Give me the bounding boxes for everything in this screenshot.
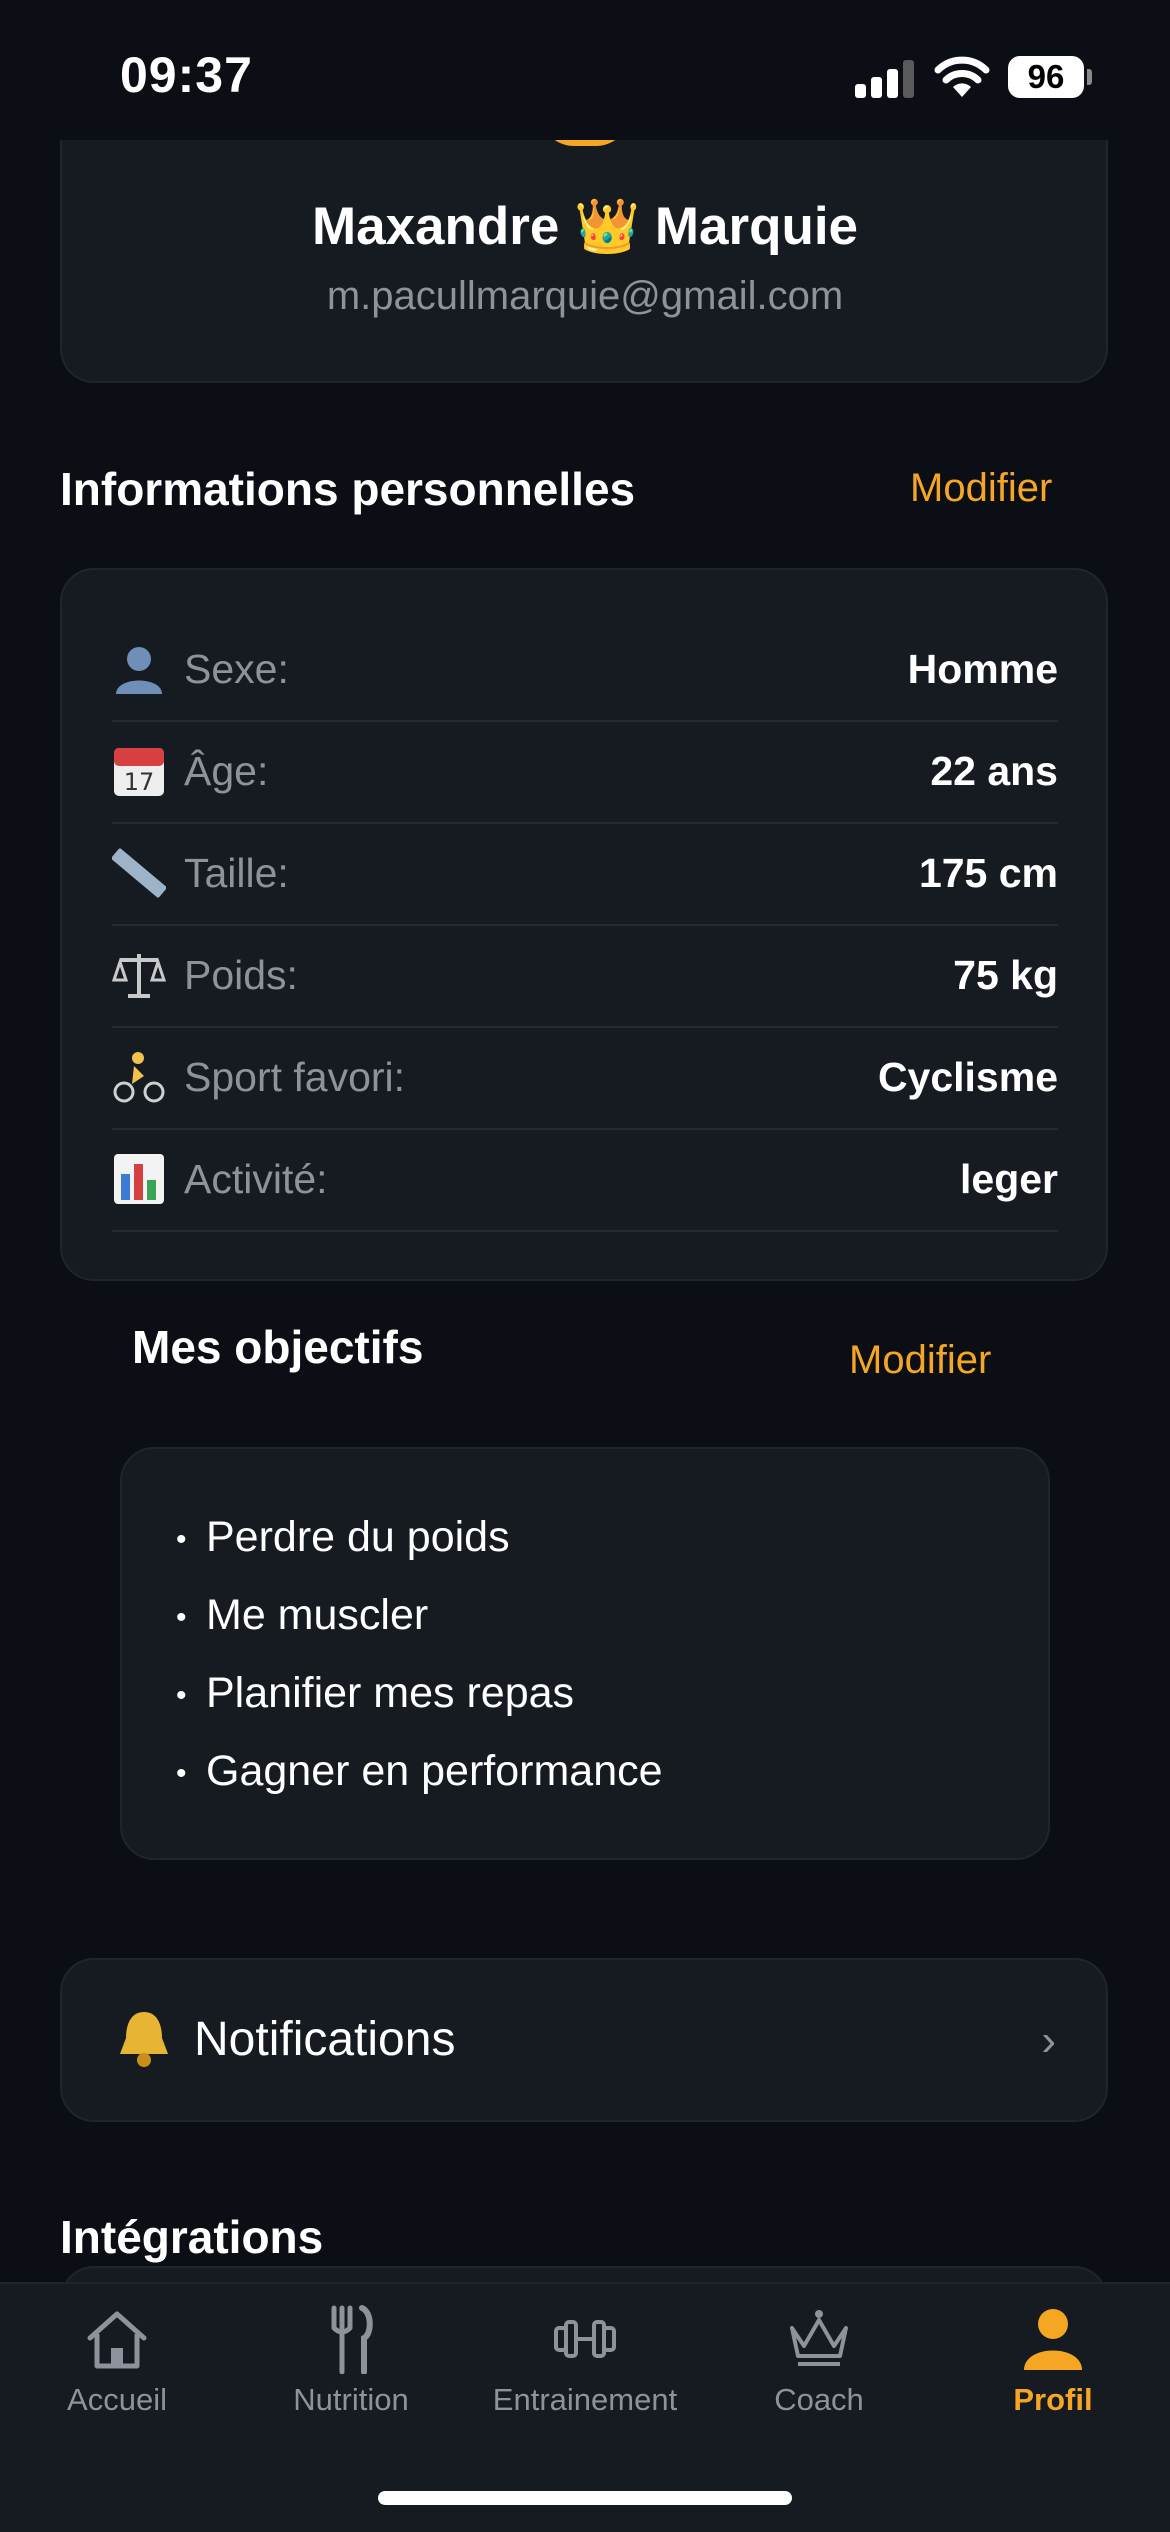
tab-accueil[interactable]: Accueil — [0, 2284, 234, 2444]
tab-label: Nutrition — [293, 2382, 409, 2417]
notifications-row[interactable]: Notifications › — [60, 1958, 1108, 2122]
profile-name: Maxandre 👑 Marquie — [311, 197, 859, 256]
chevron-right-icon: › — [1041, 2016, 1056, 2065]
svg-text:17: 17 — [124, 768, 155, 796]
info-row-age: 17 Âge: 22 ans — [112, 722, 1058, 824]
bullet: • — [176, 1678, 187, 1712]
goal-item: • Planifier mes repas — [176, 1669, 574, 1718]
edit-personal-info-button[interactable]: Modifier — [910, 466, 1052, 511]
info-value: 175 cm — [918, 850, 1058, 896]
ruler-icon — [112, 848, 166, 898]
info-row-sport: Sport favori: Cyclisme — [112, 1028, 1058, 1130]
goal-item: • Gagner en performance — [176, 1747, 663, 1796]
goal-item: • Me muscler — [176, 1591, 428, 1640]
status-time: 09:37 — [120, 47, 253, 103]
info-value: Homme — [907, 646, 1058, 692]
tab-coach[interactable]: Coach — [702, 2284, 936, 2444]
info-label: Sexe: — [184, 646, 289, 692]
tab-label: Coach — [774, 2382, 864, 2417]
cyclist-icon — [113, 1052, 165, 1103]
bullet: • — [176, 1600, 187, 1634]
info-row-activity: Activité: leger — [112, 1130, 1058, 1232]
goals-card: • Perdre du poids • Me muscler • Planifier … — [120, 1447, 1050, 1860]
tab-label: Accueil — [67, 2382, 167, 2417]
notifications-label: Notifications — [194, 2013, 456, 2066]
tab-nutrition[interactable]: Nutrition — [234, 2284, 468, 2444]
battery-tip — [1087, 69, 1092, 85]
person-icon — [116, 647, 162, 694]
profile-email: m.pacullmarquie@gmail.com — [326, 274, 844, 318]
bullet: • — [176, 1756, 187, 1790]
profile-screen: 09:37 96 Maxandre 👑 Marquie m.pacullmarq… — [0, 0, 1170, 2532]
status-bar: 09:37 96 — [0, 0, 1170, 140]
goal-text: Gagner en performance — [206, 1747, 663, 1795]
wifi-icon — [934, 56, 990, 97]
info-row-weight: Poids: 75 kg — [112, 926, 1058, 1028]
info-label: Taille: — [184, 850, 289, 896]
info-row-sex: Sexe: Homme — [112, 620, 1058, 722]
info-label: Activité: — [184, 1156, 328, 1202]
person-icon — [1024, 2309, 1082, 2370]
cellular-signal-icon — [855, 58, 915, 98]
goal-text: Perdre du poids — [206, 1513, 510, 1561]
goals-title: Mes objectifs — [132, 1321, 424, 1373]
info-label: Âge: — [184, 748, 269, 794]
battery-indicator: 96 — [1008, 56, 1084, 98]
tab-entrainement[interactable]: Entrainement — [468, 2284, 702, 2444]
home-indicator[interactable] — [378, 2491, 792, 2505]
info-value: Cyclisme — [877, 1054, 1058, 1100]
tab-label: Entrainement — [492, 2382, 678, 2417]
goal-item: • Perdre du poids — [176, 1513, 510, 1562]
info-value: leger — [960, 1156, 1058, 1202]
info-value: 75 kg — [953, 952, 1058, 998]
fork-knife-icon — [331, 2305, 373, 2374]
home-icon — [87, 2311, 147, 2369]
dumbbell-icon — [554, 2320, 616, 2358]
calendar-icon: 17 — [114, 748, 164, 796]
goal-text: Planifier mes repas — [206, 1669, 575, 1717]
edit-goals-button[interactable]: Modifier — [849, 1338, 991, 1383]
info-row-height: Taille: 175 cm — [112, 824, 1058, 926]
personal-info-card: Sexe: Homme 17 Âge: 22 ans Taille: 175 c… — [60, 568, 1108, 1281]
bullet: • — [176, 1522, 187, 1556]
info-label: Sport favori: — [184, 1054, 406, 1100]
scale-icon — [112, 954, 166, 998]
bar-chart-icon — [114, 1154, 164, 1204]
tab-label: Profil — [1013, 2382, 1093, 2417]
bell-icon — [120, 2012, 168, 2067]
goal-text: Me muscler — [206, 1591, 429, 1639]
personal-info-title: Informations personnelles — [60, 463, 636, 515]
tab-profil[interactable]: Profil — [936, 2284, 1170, 2444]
integrations-title: Intégrations — [60, 2211, 324, 2263]
crown-icon — [790, 2310, 848, 2366]
info-label: Poids: — [184, 952, 298, 998]
info-value: 22 ans — [930, 748, 1058, 794]
